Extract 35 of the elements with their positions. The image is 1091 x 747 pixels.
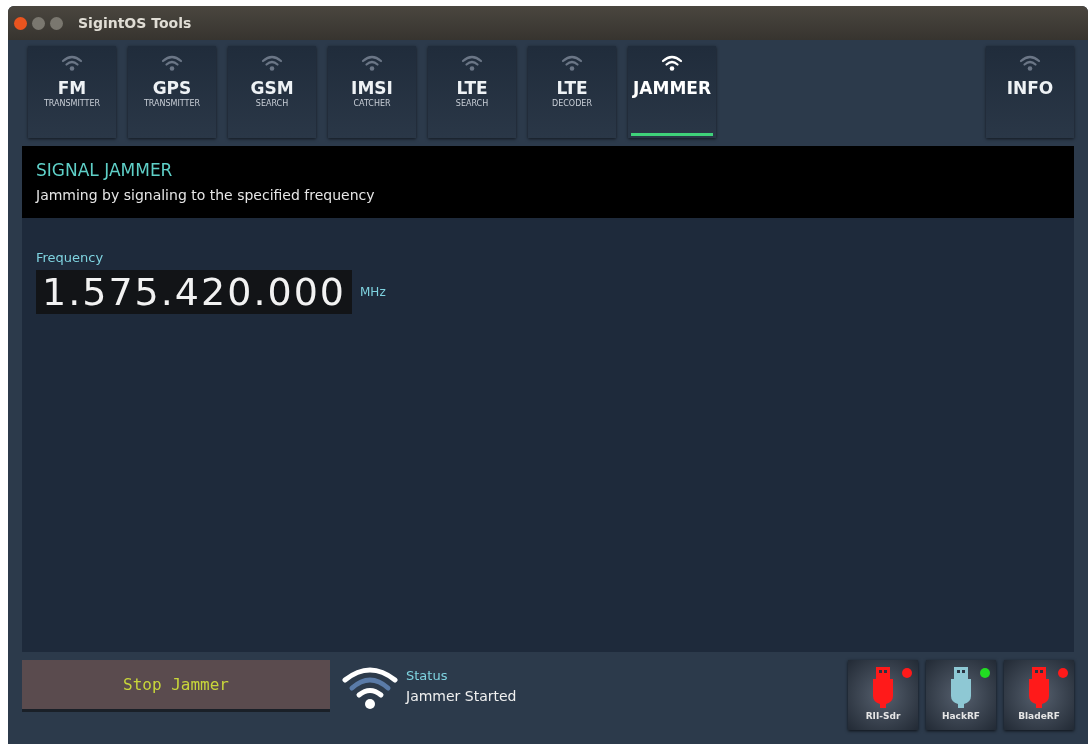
wifi-icon [361, 54, 383, 72]
wifi-icon [561, 54, 583, 72]
tab[interactable]: LTE DECODER [528, 46, 616, 138]
panel-description: Jamming by signaling to the specified frequency [36, 186, 376, 206]
stop-jammer-button[interactable]: Stop Jammer [22, 660, 330, 712]
status-label: Status [406, 667, 449, 685]
wifi-icon [661, 54, 683, 72]
wifi-icon [261, 54, 283, 72]
tab[interactable]: INFO [986, 46, 1074, 138]
unit-label: MHz [360, 283, 386, 301]
window-title: SigintOS Tools [78, 13, 192, 33]
minimize-icon[interactable] [32, 16, 45, 30]
usb-plug-icon [949, 666, 973, 708]
tab[interactable]: FM TRANSMITTER [28, 46, 116, 138]
tab[interactable]: IMSI CATCHER [328, 46, 416, 138]
frequency-label: Frequency [36, 249, 105, 267]
maximize-icon[interactable] [50, 16, 63, 30]
wifi-icon [1019, 54, 1041, 72]
tab[interactable]: GPS TRANSMITTER [128, 46, 216, 138]
usb-plug-icon [1027, 666, 1051, 708]
frequency-field[interactable]: 1.575.420.000 [36, 269, 352, 314]
wifi-icon [161, 54, 183, 72]
tab[interactable]: GSM SEARCH [228, 46, 316, 138]
wifi-icon [342, 664, 398, 710]
device-button[interactable]: RII-Sdr [848, 660, 918, 730]
tab[interactable]: JAMMER [628, 46, 716, 138]
usb-plug-icon [871, 666, 895, 708]
close-icon[interactable] [14, 16, 27, 30]
device-button[interactable]: HackRF [926, 660, 996, 730]
wifi-icon [461, 54, 483, 72]
status-text: Jammer Started [406, 686, 517, 706]
tab[interactable]: LTE SEARCH [428, 46, 516, 138]
device-button[interactable]: BladeRF [1004, 660, 1074, 730]
panel-title: SIGNAL JAMMER [36, 160, 174, 182]
wifi-icon [61, 54, 83, 72]
